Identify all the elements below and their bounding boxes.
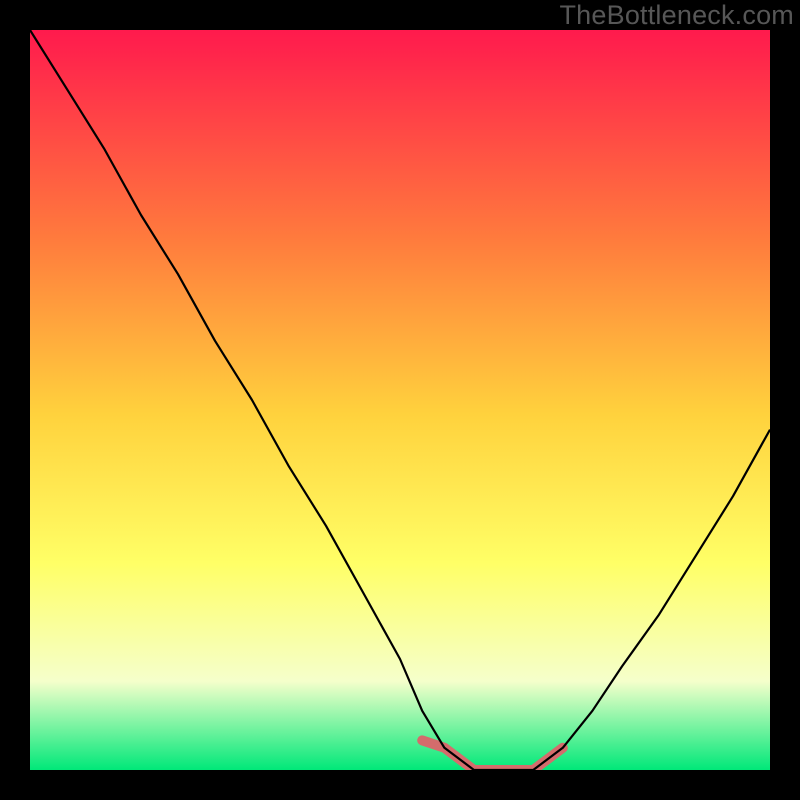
watermark-text: TheBottleneck.com — [559, 0, 794, 31]
plot-area — [30, 30, 770, 770]
chart-frame: TheBottleneck.com — [0, 0, 800, 800]
plot-svg — [30, 30, 770, 770]
